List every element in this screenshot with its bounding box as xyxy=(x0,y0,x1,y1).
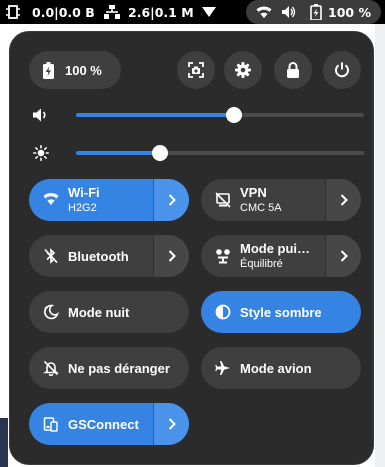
power-mode-toggle[interactable]: Mode pui… Équilibré xyxy=(201,235,361,277)
power-mode-value: Équilibré xyxy=(240,258,283,270)
bluetooth-disabled-icon xyxy=(43,248,59,264)
volume-slider-row xyxy=(33,103,368,127)
network-io-text: 2.6|0.1 M xyxy=(128,4,194,20)
disk-io-text: 0.0|0.0 B xyxy=(32,4,95,20)
volume-slider-knob[interactable] xyxy=(226,107,243,123)
wifi-menu-arrow[interactable] xyxy=(153,179,189,221)
power-mode-title: Mode pui… xyxy=(240,241,311,256)
chevron-right-icon xyxy=(168,250,176,262)
wifi-toggle-title: Wi-Fi xyxy=(68,185,100,200)
phone-link-icon xyxy=(43,416,59,432)
volume-slider[interactable] xyxy=(76,107,364,123)
dark-style-toggle[interactable]: Style sombre xyxy=(201,291,361,333)
night-mode-toggle[interactable]: Mode nuit xyxy=(29,291,189,333)
brightness-slider[interactable] xyxy=(76,145,364,161)
do-not-disturb-toggle[interactable]: Ne pas déranger xyxy=(29,347,189,389)
lock-button[interactable] xyxy=(274,51,312,89)
settings-icon xyxy=(235,62,251,78)
gsconnect-title: GSConnect xyxy=(68,417,139,432)
power-button[interactable] xyxy=(323,51,361,89)
battery-percentage: 100 % xyxy=(328,4,371,20)
power-profile-balanced-icon xyxy=(215,248,231,264)
do-not-disturb-title: Ne pas déranger xyxy=(68,361,170,376)
desktop-background xyxy=(375,24,385,467)
gsconnect-menu-arrow[interactable] xyxy=(153,403,189,445)
airplane-icon xyxy=(215,360,231,376)
desktop-window-edge xyxy=(0,418,8,467)
brightness-slider-fill xyxy=(76,151,160,155)
settings-button[interactable] xyxy=(224,51,262,89)
bluetooth-toggle-title: Bluetooth xyxy=(68,249,129,264)
vpn-toggle[interactable]: VPN CMC 5A xyxy=(201,179,361,221)
brightness-icon xyxy=(33,145,49,161)
volume-slider-fill xyxy=(76,113,235,117)
battery-label: 100 % xyxy=(65,62,102,78)
airplane-mode-title: Mode avion xyxy=(240,361,312,376)
notifications-disabled-icon xyxy=(43,360,59,376)
dark-mode-icon xyxy=(215,304,231,320)
battery-status-button[interactable]: 100 % xyxy=(29,51,121,89)
wifi-network-name: H2G2 xyxy=(68,202,97,214)
screenshot-icon xyxy=(188,62,204,78)
quick-settings-menu: 100 % Wi-Fi H2G2 VPN CMC 5A Bluetooth Mo… xyxy=(9,31,374,465)
dark-style-title: Style sombre xyxy=(240,305,322,320)
bluetooth-menu-arrow[interactable] xyxy=(153,235,189,277)
filter-icon[interactable] xyxy=(202,0,216,24)
top-bar: 0.0|0.0 B 2.6|0.1 M 100 % xyxy=(0,0,385,24)
wifi-icon xyxy=(256,0,272,24)
chevron-right-icon xyxy=(340,250,348,262)
night-mode-title: Mode nuit xyxy=(68,305,130,320)
brightness-slider-knob[interactable] xyxy=(151,145,168,161)
vpn-menu-arrow[interactable] xyxy=(325,179,361,221)
gsconnect-toggle[interactable]: GSConnect xyxy=(29,403,189,445)
chevron-right-icon xyxy=(168,418,176,430)
volume-icon[interactable] xyxy=(33,108,49,122)
wifi-toggle[interactable]: Wi-Fi H2G2 xyxy=(29,179,189,221)
volume-icon xyxy=(282,0,296,24)
vpn-off-icon xyxy=(215,192,231,208)
chevron-right-icon xyxy=(168,194,176,206)
screenshot-button[interactable] xyxy=(177,51,215,89)
system-status-menu-button[interactable]: 100 % xyxy=(246,0,381,24)
power-icon xyxy=(334,62,350,78)
chevron-right-icon xyxy=(340,194,348,206)
lock-icon xyxy=(286,62,300,78)
network-wired-icon xyxy=(104,0,120,24)
battery-icon xyxy=(310,0,322,24)
disk-io-indicator[interactable]: 0.0|0.0 B xyxy=(32,0,95,24)
network-io-indicator[interactable]: 2.6|0.1 M xyxy=(128,0,194,24)
brightness-slider-row xyxy=(33,141,368,165)
vpn-toggle-title: VPN xyxy=(240,185,267,200)
night-light-icon xyxy=(43,304,59,320)
cpu-icon xyxy=(6,0,20,24)
wifi-icon xyxy=(43,192,59,208)
power-mode-menu-arrow[interactable] xyxy=(325,235,361,277)
airplane-mode-toggle[interactable]: Mode avion xyxy=(201,347,361,389)
bluetooth-toggle[interactable]: Bluetooth xyxy=(29,235,189,277)
vpn-connection-name: CMC 5A xyxy=(240,202,282,214)
battery-icon xyxy=(42,61,55,79)
